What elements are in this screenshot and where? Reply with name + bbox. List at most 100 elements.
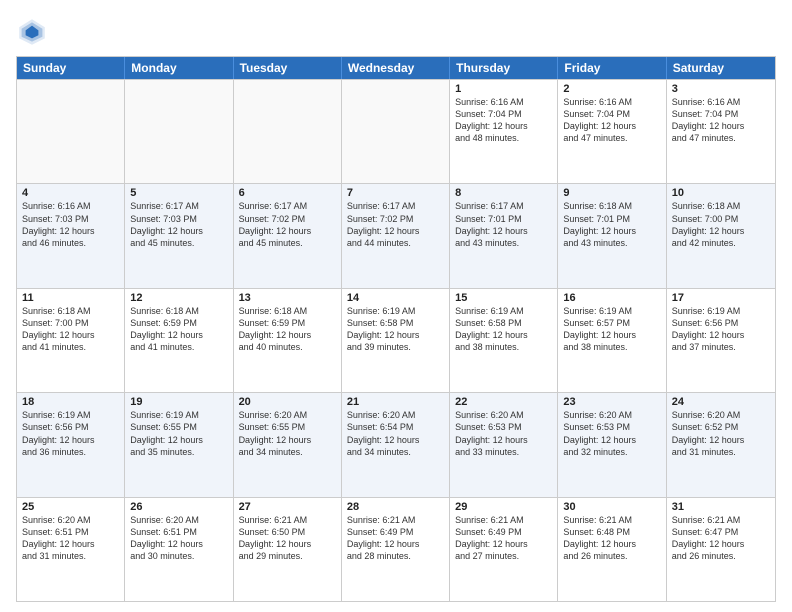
day-info: Sunrise: 6:21 AM Sunset: 6:47 PM Dayligh… — [672, 514, 770, 563]
day-cell: 14Sunrise: 6:19 AM Sunset: 6:58 PM Dayli… — [342, 289, 450, 392]
day-cell: 20Sunrise: 6:20 AM Sunset: 6:55 PM Dayli… — [234, 393, 342, 496]
day-cell: 26Sunrise: 6:20 AM Sunset: 6:51 PM Dayli… — [125, 498, 233, 601]
calendar-row: 11Sunrise: 6:18 AM Sunset: 7:00 PM Dayli… — [17, 288, 775, 392]
day-number: 16 — [563, 292, 660, 304]
day-info: Sunrise: 6:20 AM Sunset: 6:53 PM Dayligh… — [563, 409, 660, 458]
day-number: 8 — [455, 187, 552, 199]
day-cell: 23Sunrise: 6:20 AM Sunset: 6:53 PM Dayli… — [558, 393, 666, 496]
day-info: Sunrise: 6:16 AM Sunset: 7:04 PM Dayligh… — [563, 96, 660, 145]
day-number: 2 — [563, 83, 660, 95]
day-info: Sunrise: 6:20 AM Sunset: 6:52 PM Dayligh… — [672, 409, 770, 458]
day-cell: 18Sunrise: 6:19 AM Sunset: 6:56 PM Dayli… — [17, 393, 125, 496]
weekday-header: Saturday — [667, 57, 775, 79]
day-number: 5 — [130, 187, 227, 199]
calendar-row: 25 Sunrise: 6:20 AM Sunset: 6:51 PM Dayli… — [17, 497, 775, 601]
weekday-header: Tuesday — [234, 57, 342, 79]
day-number: 26 — [130, 501, 227, 513]
day-number: 10 — [672, 187, 770, 199]
day-info: Sunrise: 6:16 AM Sunset: 7:03 PM Dayligh… — [22, 200, 119, 249]
day-number: 6 — [239, 187, 336, 199]
logo — [16, 16, 52, 48]
day-cell: 11Sunrise: 6:18 AM Sunset: 7:00 PM Dayli… — [17, 289, 125, 392]
day-cell: 30Sunrise: 6:21 AM Sunset: 6:48 PM Dayli… — [558, 498, 666, 601]
day-cell: 13Sunrise: 6:18 AM Sunset: 6:59 PM Dayli… — [234, 289, 342, 392]
weekday-header: Sunday — [17, 57, 125, 79]
calendar-row: 18Sunrise: 6:19 AM Sunset: 6:56 PM Dayli… — [17, 392, 775, 496]
day-cell: 7Sunrise: 6:17 AM Sunset: 7:02 PM Daylig… — [342, 184, 450, 287]
day-number: 23 — [563, 396, 660, 408]
day-number: 12 — [130, 292, 227, 304]
day-cell: 24Sunrise: 6:20 AM Sunset: 6:52 PM Dayli… — [667, 393, 775, 496]
empty-cell — [17, 80, 125, 183]
day-info: Sunrise: 6:17 AM Sunset: 7:01 PM Dayligh… — [455, 200, 552, 249]
day-info: Sunrise: 6:21 AM Sunset: 6:49 PM Dayligh… — [455, 514, 552, 563]
day-number: 1 — [455, 83, 552, 95]
calendar-row: 4Sunrise: 6:16 AM Sunset: 7:03 PM Daylig… — [17, 183, 775, 287]
day-number: 11 — [22, 292, 119, 304]
day-cell: 21Sunrise: 6:20 AM Sunset: 6:54 PM Dayli… — [342, 393, 450, 496]
day-number: 28 — [347, 501, 444, 513]
day-info: Sunrise: 6:19 AM Sunset: 6:58 PM Dayligh… — [455, 305, 552, 354]
day-cell: 4Sunrise: 6:16 AM Sunset: 7:03 PM Daylig… — [17, 184, 125, 287]
day-cell: 22Sunrise: 6:20 AM Sunset: 6:53 PM Dayli… — [450, 393, 558, 496]
day-info: Sunrise: 6:17 AM Sunset: 7:02 PM Dayligh… — [347, 200, 444, 249]
day-info: Sunrise: 6:20 AM Sunset: 6:51 PM Dayligh… — [130, 514, 227, 563]
day-cell: 19Sunrise: 6:19 AM Sunset: 6:55 PM Dayli… — [125, 393, 233, 496]
day-cell: 10Sunrise: 6:18 AM Sunset: 7:00 PM Dayli… — [667, 184, 775, 287]
weekday-header: Wednesday — [342, 57, 450, 79]
day-number: 29 — [455, 501, 552, 513]
day-info: Sunrise: 6:16 AM Sunset: 7:04 PM Dayligh… — [672, 96, 770, 145]
day-cell: 15Sunrise: 6:19 AM Sunset: 6:58 PM Dayli… — [450, 289, 558, 392]
day-cell: 12Sunrise: 6:18 AM Sunset: 6:59 PM Dayli… — [125, 289, 233, 392]
day-cell: 17Sunrise: 6:19 AM Sunset: 6:56 PM Dayli… — [667, 289, 775, 392]
empty-cell — [342, 80, 450, 183]
day-cell: 25Sunrise: 6:20 AM Sunset: 6:51 PM Dayli… — [17, 498, 125, 601]
day-info: Sunrise: 6:19 AM Sunset: 6:56 PM Dayligh… — [22, 409, 119, 458]
day-cell: 9Sunrise: 6:18 AM Sunset: 7:01 PM Daylig… — [558, 184, 666, 287]
day-number: 20 — [239, 396, 336, 408]
day-cell: 3Sunrise: 6:16 AM Sunset: 7:04 PM Daylig… — [667, 80, 775, 183]
day-info: Sunrise: 6:21 AM Sunset: 6:49 PM Dayligh… — [347, 514, 444, 563]
calendar: SundayMondayTuesdayWednesdayThursdayFrid… — [16, 56, 776, 602]
day-number: 7 — [347, 187, 444, 199]
day-cell: 8Sunrise: 6:17 AM Sunset: 7:01 PM Daylig… — [450, 184, 558, 287]
day-cell: 16Sunrise: 6:19 AM Sunset: 6:57 PM Dayli… — [558, 289, 666, 392]
weekday-header: Monday — [125, 57, 233, 79]
day-info: Sunrise: 6:19 AM Sunset: 6:55 PM Dayligh… — [130, 409, 227, 458]
logo-icon — [16, 16, 48, 48]
day-number: 30 — [563, 501, 660, 513]
day-info: Sunrise: 6:21 AM Sunset: 6:48 PM Dayligh… — [563, 514, 660, 563]
day-info: Sunrise: 6:17 AM Sunset: 7:02 PM Dayligh… — [239, 200, 336, 249]
day-number: 27 — [239, 501, 336, 513]
day-number: 17 — [672, 292, 770, 304]
weekday-header: Friday — [558, 57, 666, 79]
day-info: Sunrise: 6:20 AM Sunset: 6:55 PM Dayligh… — [239, 409, 336, 458]
day-number: 4 — [22, 187, 119, 199]
day-number: 25 — [22, 501, 119, 513]
day-info: Sunrise: 6:18 AM Sunset: 7:00 PM Dayligh… — [672, 200, 770, 249]
day-number: 9 — [563, 187, 660, 199]
day-info: Sunrise: 6:17 AM Sunset: 7:03 PM Dayligh… — [130, 200, 227, 249]
day-cell: 27Sunrise: 6:21 AM Sunset: 6:50 PM Dayli… — [234, 498, 342, 601]
page: SundayMondayTuesdayWednesdayThursdayFrid… — [0, 0, 792, 612]
day-cell: 28Sunrise: 6:21 AM Sunset: 6:49 PM Dayli… — [342, 498, 450, 601]
day-info: Sunrise: 6:18 AM Sunset: 7:01 PM Dayligh… — [563, 200, 660, 249]
day-number: 13 — [239, 292, 336, 304]
day-info: Sunrise: 6:20 AM Sunset: 6:54 PM Dayligh… — [347, 409, 444, 458]
day-info: Sunrise: 6:18 AM Sunset: 6:59 PM Dayligh… — [130, 305, 227, 354]
day-info: Sunrise: 6:19 AM Sunset: 6:56 PM Dayligh… — [672, 305, 770, 354]
day-info: Sunrise: 6:20 AM Sunset: 6:53 PM Dayligh… — [455, 409, 552, 458]
empty-cell — [125, 80, 233, 183]
day-number: 18 — [22, 396, 119, 408]
header — [16, 16, 776, 48]
day-number: 14 — [347, 292, 444, 304]
weekday-header: Thursday — [450, 57, 558, 79]
day-number: 3 — [672, 83, 770, 95]
calendar-row: 1 Sunrise: 6:16 AM Sunset: 7:04 PM Daylig… — [17, 79, 775, 183]
day-cell: 6Sunrise: 6:17 AM Sunset: 7:02 PM Daylig… — [234, 184, 342, 287]
day-cell: 31Sunrise: 6:21 AM Sunset: 6:47 PM Dayli… — [667, 498, 775, 601]
day-number: 15 — [455, 292, 552, 304]
calendar-header: SundayMondayTuesdayWednesdayThursdayFrid… — [17, 57, 775, 79]
day-number: 19 — [130, 396, 227, 408]
calendar-body: 1 Sunrise: 6:16 AM Sunset: 7:04 PM Daylig… — [17, 79, 775, 601]
